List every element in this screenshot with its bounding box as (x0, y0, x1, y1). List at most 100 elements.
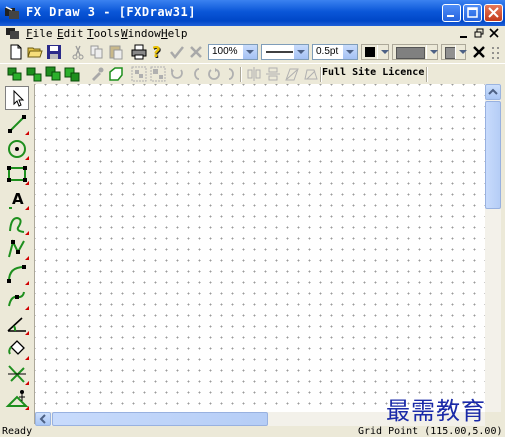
rotate-icon[interactable] (206, 66, 222, 82)
angle-tool[interactable] (5, 312, 29, 336)
line-color-swatch (365, 47, 375, 57)
bring-front-icon[interactable] (45, 66, 61, 82)
document-icon[interactable] (6, 27, 20, 40)
menu-window[interactable]: Window (121, 27, 161, 40)
menu-file-label: ile (32, 27, 53, 40)
close-button[interactable] (484, 4, 503, 22)
distort-icon[interactable] (303, 66, 319, 82)
group-green-icon[interactable] (7, 66, 23, 82)
copy-icon[interactable] (89, 44, 105, 60)
rotate-left-icon[interactable] (190, 66, 206, 82)
grid-axes-tool[interactable] (5, 362, 29, 386)
menu-bar: File Edit Tools Window Help (0, 26, 505, 42)
zoom-combo[interactable]: 100% (208, 44, 258, 60)
menu-window-label: indow (127, 27, 161, 40)
chevron-down-icon[interactable] (377, 45, 389, 59)
angle-icon (7, 317, 26, 332)
toolbar-separator (240, 67, 242, 82)
menu-edit-hotkey: E (57, 27, 64, 40)
horizontal-scroll-thumb[interactable] (52, 412, 268, 426)
open-folder-icon[interactable] (27, 44, 43, 60)
title-bar: FX Draw 3 - [FXDraw31] (0, 0, 505, 26)
paste-icon[interactable] (108, 44, 124, 60)
maximize-button[interactable] (463, 4, 482, 22)
mdi-restore-icon[interactable] (474, 28, 485, 39)
align-grid-icon[interactable] (150, 66, 166, 82)
new-file-icon[interactable] (8, 44, 24, 60)
pointer-arrow-icon (13, 89, 25, 107)
pointer-tool[interactable] (5, 86, 29, 110)
polyline-icon (8, 239, 25, 258)
minimize-icon (447, 15, 454, 17)
menu-file-hotkey: F (26, 27, 33, 40)
drawing-canvas[interactable] (35, 84, 485, 412)
line-width-value: 0.5pt (316, 46, 339, 57)
toolbar-grip-icon[interactable] (490, 45, 502, 60)
chevron-down-icon[interactable] (426, 45, 438, 59)
rotate-right-icon[interactable] (222, 66, 238, 82)
chevron-down-icon[interactable] (455, 45, 467, 59)
scroll-left-button[interactable] (35, 412, 51, 426)
flip-vertical-icon[interactable] (265, 66, 281, 82)
align-left-icon[interactable] (131, 66, 147, 82)
circle-tool[interactable] (5, 137, 29, 161)
line-color-picker[interactable] (361, 44, 389, 60)
menu-tools[interactable]: Tools (87, 27, 120, 40)
line-icon (8, 115, 26, 133)
undo-rotate-icon[interactable] (169, 66, 185, 82)
cancel-x-icon[interactable] (188, 44, 204, 60)
fx-draw-app-icon[interactable] (5, 6, 20, 20)
svg-text:A: A (12, 190, 24, 208)
polyline-tool[interactable] (5, 237, 29, 261)
mdi-minimize-icon[interactable] (459, 29, 469, 39)
line-tool[interactable] (5, 112, 29, 136)
standard-toolbar: ?? 100% 0.5pt (0, 42, 505, 62)
line-width-combo[interactable]: 0.5pt (312, 44, 358, 60)
scroll-up-button[interactable] (485, 84, 501, 100)
delete-x-icon[interactable] (471, 44, 487, 60)
menu-edit[interactable]: Edit (57, 27, 84, 40)
line-style-combo[interactable] (261, 44, 309, 60)
send-back-icon[interactable] (64, 66, 80, 82)
freehand-tool[interactable] (5, 212, 29, 236)
minimize-button[interactable] (442, 4, 461, 22)
eyedropper-icon[interactable] (89, 66, 105, 82)
paint-bucket-icon (8, 340, 25, 355)
fill-tool[interactable] (5, 337, 29, 361)
fill-color-picker[interactable] (441, 44, 467, 60)
menu-edit-label: dit (63, 27, 84, 40)
status-text: Ready (2, 426, 33, 437)
figure-tool[interactable] (5, 387, 29, 411)
ungroup-green-icon[interactable] (26, 66, 42, 82)
help-question-icon[interactable]: ?? (150, 44, 166, 60)
tag-icon[interactable] (108, 66, 124, 82)
vertical-scrollbar[interactable] (485, 84, 501, 412)
flip-horizontal-icon[interactable] (246, 66, 262, 82)
save-icon[interactable] (46, 44, 62, 60)
graph-icon (8, 365, 26, 383)
skew-icon[interactable] (284, 66, 300, 82)
chevron-down-icon[interactable] (342, 45, 357, 59)
tool-palette: A (0, 84, 35, 424)
chevron-down-icon[interactable] (293, 45, 308, 59)
menu-help[interactable]: Help (161, 27, 188, 40)
chevron-down-icon[interactable] (242, 45, 257, 59)
chevron-up-icon (488, 88, 498, 95)
cut-icon[interactable] (70, 44, 86, 60)
check-icon[interactable] (169, 44, 185, 60)
status-bar: Ready Grid Point (115.00,5.00) (0, 426, 505, 437)
close-icon (488, 7, 499, 18)
path-tool[interactable] (5, 287, 29, 311)
menu-help-hotkey: H (161, 27, 168, 40)
text-tool[interactable]: A (5, 187, 29, 211)
menu-tools-hotkey: T (87, 27, 94, 40)
menu-file[interactable]: File (26, 27, 53, 40)
curve-tool[interactable] (5, 262, 29, 286)
rectangle-tool[interactable] (5, 162, 29, 186)
maximize-icon (467, 7, 478, 18)
toolbar-separator (426, 67, 428, 82)
vertical-scroll-thumb[interactable] (485, 101, 501, 209)
print-icon[interactable] (131, 44, 147, 60)
fill-pattern-picker[interactable] (392, 44, 438, 60)
mdi-close-icon[interactable] (489, 28, 500, 39)
